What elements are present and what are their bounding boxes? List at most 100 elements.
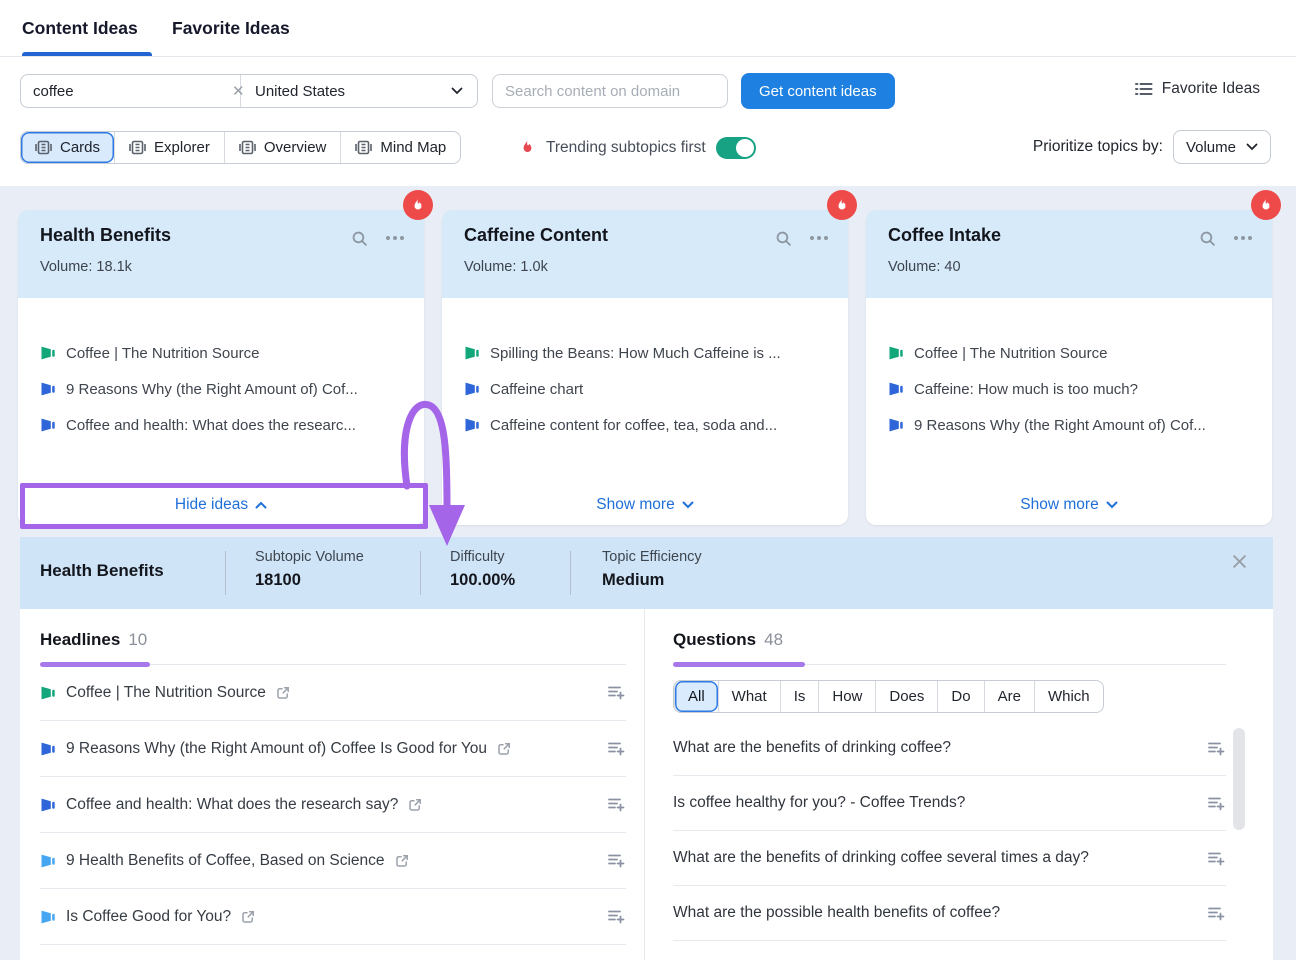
view-option[interactable]: Overview [224,132,341,163]
megaphone-icon [40,741,56,757]
chevron-down-icon [1106,501,1118,509]
card-idea-text: 9 Reasons Why (the Right Amount of) Cof.… [66,381,358,398]
headline-item[interactable]: Coffee and health: What does the researc… [40,777,626,833]
search-icon[interactable] [351,230,368,252]
view-option[interactable]: Cards [21,132,114,163]
headline-item[interactable]: 9 Health Benefits of Coffee, Based on Sc… [40,833,626,889]
megaphone-icon [464,381,480,397]
search-icon[interactable] [775,230,792,252]
close-icon[interactable] [1232,554,1247,574]
keyword-field-wrap: ✕ [21,75,241,107]
external-link-icon[interactable] [408,798,422,812]
more-options-icon[interactable] [810,236,828,240]
add-to-favorites-icon[interactable] [607,796,626,813]
show-more-link[interactable]: Show more [866,485,1272,525]
card-idea-item[interactable]: Caffeine: How much is too much? [888,378,1250,400]
question-filter-chip[interactable]: Do [937,681,983,712]
card-volume: Volume: 40 [888,259,961,275]
more-options-icon[interactable] [1234,236,1252,240]
headlines-list: Coffee | The Nutrition Source 9 Reasons … [40,665,626,945]
show-more-label: Show more [596,496,674,514]
add-to-favorites-icon[interactable] [1207,795,1226,812]
trending-toggle[interactable] [716,137,756,159]
headlines-title: Headlines [40,624,120,650]
external-link-icon[interactable] [276,686,290,700]
show-more-link[interactable]: Show more [442,485,848,525]
question-filter-chip[interactable]: What [718,681,780,712]
view-icon [129,140,146,155]
tab-favorite-ideas[interactable]: Favorite Ideas [172,0,290,56]
prioritize-label: Prioritize topics by: [1033,138,1163,156]
question-item[interactable]: What are the benefits of drinking coffee… [673,721,1226,776]
tab-content-ideas[interactable]: Content Ideas [22,0,138,56]
card-idea-text: Caffeine chart [490,381,583,398]
headline-text: Coffee | The Nutrition Source [66,684,266,702]
card-idea-item[interactable]: 9 Reasons Why (the Right Amount of) Cof.… [888,414,1250,436]
megaphone-icon [888,381,904,397]
question-filter-chip[interactable]: Are [984,681,1034,712]
card-idea-text: Coffee and health: What does the researc… [66,417,356,434]
headline-item[interactable]: Is Coffee Good for You? [40,889,626,945]
question-filter-chip[interactable]: Does [875,681,937,712]
headlines-column: Headlines 10 Coffee | The Nutrition Sour… [20,609,645,960]
add-to-favorites-icon[interactable] [1207,905,1226,922]
view-icon [35,140,52,155]
card-idea-item[interactable]: Caffeine chart [464,378,826,400]
questions-list: What are the benefits of drinking coffee… [673,721,1226,941]
add-to-favorites-icon[interactable] [1207,850,1226,867]
card-idea-text: Coffee | The Nutrition Source [914,345,1107,362]
headline-item[interactable]: 9 Reasons Why (the Right Amount of) Coff… [40,721,626,777]
add-to-favorites-icon[interactable] [607,852,626,869]
chevron-down-icon [682,501,694,509]
headline-text: Coffee and health: What does the researc… [66,796,398,814]
question-text: What are the benefits of drinking coffee… [673,739,951,757]
card-idea-item[interactable]: Caffeine content for coffee, tea, soda a… [464,414,826,436]
chevron-down-icon [1246,143,1258,151]
get-content-ideas-button[interactable]: Get content ideas [741,73,895,109]
favorite-ideas-label: Favorite Ideas [1162,80,1260,98]
headlines-header: Headlines 10 [40,609,626,665]
add-to-favorites-icon[interactable] [1207,740,1226,757]
question-filter-chip[interactable]: How [818,681,875,712]
questions-active-underline [673,662,805,667]
question-item[interactable]: What are the benefits of drinking coffee… [673,831,1226,886]
card-idea-item[interactable]: Coffee | The Nutrition Source [888,342,1250,364]
stat-topic-efficiency: Topic Efficiency Medium [602,549,702,590]
questions-scrollbar-thumb[interactable] [1233,728,1245,830]
headline-item[interactable]: Coffee | The Nutrition Source [40,665,626,721]
favorite-ideas-link[interactable]: Favorite Ideas [1135,80,1260,98]
view-option[interactable]: Explorer [114,132,224,163]
card-idea-item[interactable]: 9 Reasons Why (the Right Amount of) Cof.… [40,378,402,400]
topic-card-caffeine-content: Caffeine Content Volume: 1.0k Spilling t… [442,210,848,525]
trending-fire-badge [827,190,857,220]
megaphone-icon [40,909,56,925]
card-idea-item[interactable]: Coffee | The Nutrition Source [40,342,402,364]
question-filter-chip[interactable]: Is [780,681,819,712]
card-idea-item[interactable]: Spilling the Beans: How Much Caffeine is… [464,342,826,364]
question-filter-chip[interactable]: Which [1034,681,1103,712]
question-item[interactable]: Is coffee healthy for you? - Coffee Tren… [673,776,1226,831]
question-item[interactable]: What are the possible health benefits of… [673,886,1226,941]
external-link-icon[interactable] [395,854,409,868]
megaphone-icon [40,853,56,869]
card-idea-text: Coffee | The Nutrition Source [66,345,259,362]
search-icon[interactable] [1199,230,1216,252]
card-title: Coffee Intake [888,225,1001,246]
domain-search-input[interactable] [492,74,728,108]
add-to-favorites-icon[interactable] [607,684,626,701]
external-link-icon[interactable] [241,910,255,924]
view-option[interactable]: Mind Map [340,132,460,163]
prioritize-select[interactable]: Volume [1173,130,1271,164]
add-to-favorites-icon[interactable] [607,908,626,925]
divider [570,551,571,595]
divider [420,551,421,595]
add-to-favorites-icon[interactable] [607,740,626,757]
question-filter-chip[interactable]: All [674,681,718,712]
country-select[interactable]: United States [241,75,477,107]
hide-ideas-link[interactable]: Hide ideas [18,485,424,525]
more-options-icon[interactable] [386,236,404,240]
external-link-icon[interactable] [497,742,511,756]
card-idea-item[interactable]: Coffee and health: What does the researc… [40,414,402,436]
view-label: Mind Map [380,139,446,156]
keyword-input[interactable] [33,83,232,100]
